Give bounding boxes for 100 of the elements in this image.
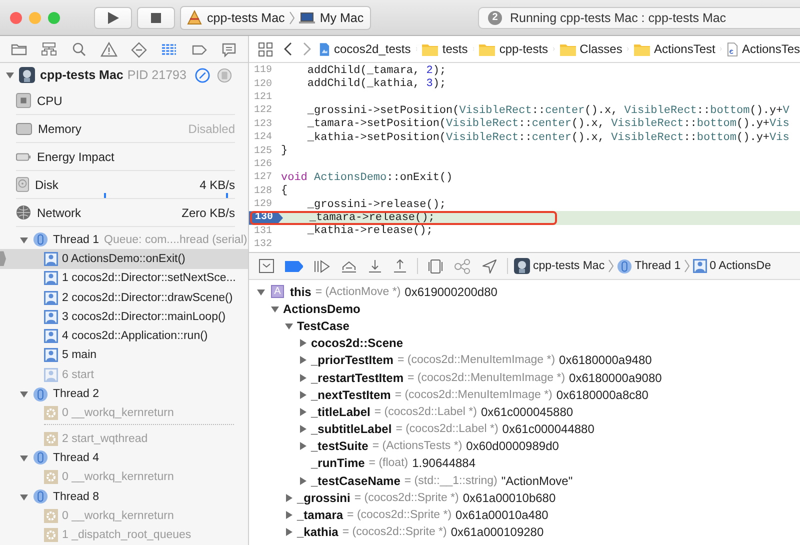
variable-type: = (cocos2d::Label *) <box>396 423 498 436</box>
path-crumb[interactable]: cpp-tests Mac <box>514 258 605 274</box>
code-line: _grossini->setPosition(VisibleRect::center().x, VisibleRect::bottom().y+V <box>306 104 790 117</box>
code-line: _tamara->setPosition(VisibleRect::center().x, VisibleRect::bottom().y+Vis <box>306 118 790 130</box>
variable-value: 0x619000200d80 <box>404 284 498 299</box>
thread-name[interactable]: Thread 4 <box>53 452 100 464</box>
stack-frame[interactable]: 0 ActionsDemo::onExit() <box>0 249 248 269</box>
gauge-reading: Disabled <box>188 122 235 136</box>
globe-icon <box>16 205 31 220</box>
variable-type: = (ActionMove *) <box>315 286 401 298</box>
folder-icon <box>634 42 650 56</box>
code-line: _kathia->release(); <box>306 225 433 238</box>
scheme-button[interactable]: cpp-tests Mac <box>187 10 285 25</box>
step-into-icon <box>368 259 382 273</box>
scheme-selector[interactable]: cpp-tests Mac My Mac <box>180 6 371 30</box>
disclosure-icon[interactable] <box>299 374 307 382</box>
disclosure-icon[interactable] <box>299 339 307 348</box>
disclosure-icon[interactable] <box>285 322 293 330</box>
thread-name[interactable]: Thread 8 <box>53 490 100 502</box>
disclosure-icon[interactable] <box>257 288 265 296</box>
stop-button[interactable] <box>137 6 175 28</box>
chevron-icon <box>288 10 295 24</box>
variable-name: _testCaseName <box>311 474 400 488</box>
thread-icon <box>33 489 48 504</box>
grid-icon <box>258 42 273 56</box>
path-crumb[interactable]: ActionsTes <box>727 42 800 56</box>
variable-kind-badge: A <box>271 285 284 298</box>
file-icon <box>727 42 738 56</box>
variable-type: = (cocos2d::MenuItemImage *) <box>394 388 552 401</box>
search-icon[interactable] <box>70 40 88 58</box>
disclosure-icon[interactable] <box>271 304 279 313</box>
layers-icon <box>428 258 443 274</box>
path-crumb[interactable]: ActionsTest <box>634 42 716 56</box>
path-crumb[interactable]: cocos2d_tests <box>319 42 411 56</box>
frame-name: 5 main <box>62 349 97 362</box>
variable-type: = (cocos2d::Sprite *) <box>342 526 447 538</box>
disclosure-icon[interactable] <box>20 236 28 244</box>
back-icon <box>284 42 292 56</box>
disclosure-icon[interactable] <box>20 454 28 462</box>
path-crumb[interactable]: 0 ActionsDe <box>692 259 771 273</box>
diamond-icon[interactable] <box>130 40 148 58</box>
path-crumb[interactable]: Thread 1 <box>616 258 681 274</box>
destination-button[interactable]: My Mac <box>298 10 364 24</box>
thread-queue: Queue: com....hread (serial) <box>104 234 248 246</box>
app-icon <box>514 258 530 274</box>
variable-type: = (cocos2d::Sprite *) <box>347 509 452 522</box>
person-icon <box>44 368 58 382</box>
thread-name[interactable]: Thread 2 <box>53 388 100 400</box>
code-line: _tamara->release(); <box>308 212 435 224</box>
stack-frame[interactable]: 2 cocos2d::Director::drawScene() <box>0 288 248 308</box>
frame-name: 4 cocos2d::Application::run() <box>62 330 208 342</box>
variable-type: = (cocos2d::Label *) <box>374 406 477 418</box>
path-crumb[interactable]: Classes <box>560 42 622 56</box>
variable-name: _titleLabel <box>311 404 370 419</box>
warning-icon[interactable] <box>100 40 118 58</box>
gauge-icon[interactable] <box>195 68 210 82</box>
code-line: } <box>280 145 288 158</box>
variable-value: 0x60d0000989d0 <box>466 439 559 454</box>
speech-bubble-icon[interactable] <box>220 40 238 58</box>
disclosure-icon[interactable] <box>299 442 307 450</box>
person-icon <box>44 252 58 266</box>
disclosure-icon[interactable] <box>285 511 293 520</box>
disclosure-icon[interactable] <box>285 528 293 536</box>
variable-value: 0x6180000a9080 <box>569 370 662 385</box>
frame-name: 2 cocos2d::Director::drawScene() <box>62 292 233 304</box>
path-crumb[interactable]: cpp-tests <box>479 42 548 56</box>
hierarchy-icon[interactable] <box>40 40 58 58</box>
disclosure-icon[interactable] <box>20 390 28 398</box>
gear-icon <box>44 528 58 542</box>
variable-type: = (cocos2d::MenuItemImage *) <box>397 354 556 366</box>
gauge-reading: Zero KB/s <box>182 206 235 220</box>
thread-name[interactable]: Thread 1 <box>53 234 100 246</box>
forward-icon <box>303 42 311 56</box>
status-text: Running cpp-tests Mac : cpp-tests Mac <box>510 10 726 24</box>
disclosure-icon[interactable] <box>299 476 307 485</box>
path-crumb[interactable]: tests <box>422 42 468 56</box>
disclosure-icon[interactable] <box>6 71 14 79</box>
process-name: cpp-tests Mac <box>40 68 124 82</box>
variable-name: _subtitleLabel <box>311 422 392 436</box>
stack-frame[interactable]: 5 main <box>0 346 248 366</box>
variable-value: 0x61a00010b680 <box>462 490 556 505</box>
continue-icon <box>314 260 330 272</box>
disclosure-icon[interactable] <box>299 390 307 399</box>
chevron-icon <box>684 259 690 273</box>
frame-name: 1 _dispatch_root_queues <box>62 529 192 542</box>
disclosure-icon[interactable] <box>285 494 293 502</box>
stack-frame[interactable]: 4 cocos2d::Application::run() <box>0 326 248 346</box>
stack-frame[interactable]: 1 cocos2d::Director::setNextSce... <box>0 268 248 288</box>
disclosure-icon[interactable] <box>299 408 307 416</box>
disclosure-icon[interactable] <box>20 492 28 500</box>
gauge-label: Network <box>37 206 82 220</box>
stack-frame[interactable]: 3 cocos2d::Director::mainLoop() <box>0 307 248 326</box>
variable-value: 0x61c000044880 <box>502 422 594 436</box>
variable-type: = (cocos2d::MenuItemImage *) <box>407 372 566 384</box>
variable-name: _runTime <box>311 456 365 470</box>
run-button[interactable] <box>94 6 132 28</box>
disclosure-icon[interactable] <box>299 425 307 434</box>
gauge-label: Memory <box>38 122 82 136</box>
disclosure-icon[interactable] <box>299 356 307 364</box>
frame-name: 0 __workq_kernreturn <box>62 407 174 420</box>
